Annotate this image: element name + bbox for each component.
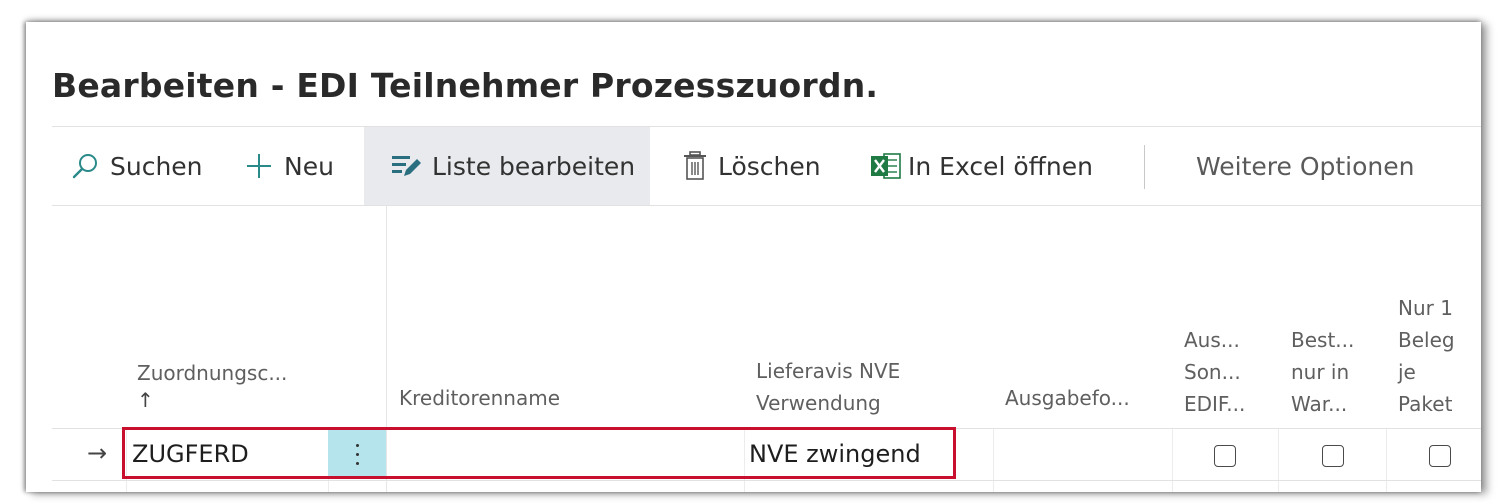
data-grid: Zuordnungsc... ↑ Kreditorenname Lieferav… <box>52 205 1481 492</box>
column-header-kreditorenname[interactable]: Kreditorenname <box>399 382 560 414</box>
delete-label: Löschen <box>718 151 821 181</box>
search-button[interactable]: Suchen <box>70 127 203 205</box>
cell-lieferavis-nve[interactable]: NVE zwingend <box>749 440 921 468</box>
more-options-label: Weitere Optionen <box>1196 151 1415 181</box>
column-divider <box>1172 429 1173 492</box>
column-divider <box>993 429 994 492</box>
column-divider <box>126 429 127 492</box>
edit-list-button[interactable]: Liste bearbeiten <box>364 127 650 205</box>
sort-ascending-icon: ↑ <box>137 388 154 412</box>
new-label: Neu <box>284 151 334 181</box>
column-header-aus-sonder-edifact[interactable]: Aus... Son... EDIF... <box>1184 324 1245 420</box>
excel-label: In Excel öffnen <box>908 151 1093 181</box>
checkbox-nur-1-beleg-je-paket[interactable] <box>1429 445 1451 467</box>
frozen-column-divider <box>386 205 387 492</box>
excel-icon <box>870 151 902 181</box>
column-divider <box>1386 429 1387 492</box>
column-header-ausgabeformat[interactable]: Ausgabefo... <box>1005 382 1130 414</box>
current-row-arrow-icon: → <box>87 439 108 467</box>
column-header-best-nur-in-war[interactable]: Best... nur in War... <box>1291 324 1354 420</box>
cell-zuordnungscode[interactable]: ZUGFERD <box>132 440 249 468</box>
checkbox-aus-sonder-edifact[interactable] <box>1214 445 1236 467</box>
search-icon <box>70 151 100 181</box>
column-header-lieferavis-nve[interactable]: Lieferavis NVE Verwendung <box>756 355 900 419</box>
checkbox-best-nur-in-war[interactable] <box>1322 445 1344 467</box>
edit-list-label: Liste bearbeiten <box>432 151 636 181</box>
new-button[interactable]: Neu <box>244 127 334 205</box>
header-bottom-border <box>52 428 1481 429</box>
column-header-nur-1-beleg-je-paket[interactable]: Nur 1 Beleg je Paket <box>1398 292 1455 420</box>
column-divider <box>1278 429 1279 492</box>
more-vertical-icon <box>355 441 359 468</box>
column-header-zuordnungscode[interactable]: Zuordnungsc... ↑ <box>137 357 287 411</box>
edit-list-icon <box>390 152 422 180</box>
page-window: Bearbeiten - EDI Teilnehmer Prozesszuord… <box>26 22 1481 492</box>
page-title: Bearbeiten - EDI Teilnehmer Prozesszuord… <box>52 66 879 105</box>
delete-button[interactable]: Löschen <box>682 127 821 205</box>
row-border <box>52 480 1481 481</box>
more-options-button[interactable]: Weitere Optionen <box>1196 127 1414 205</box>
column-divider <box>744 429 745 492</box>
search-label: Suchen <box>110 151 203 181</box>
trash-icon <box>682 150 708 182</box>
plus-icon <box>244 151 274 181</box>
row-actions-button[interactable] <box>328 429 386 479</box>
action-bar: Suchen Neu Liste bearbeiten Löschen In E… <box>52 126 1481 206</box>
toolbar-separator <box>1144 145 1145 189</box>
open-in-excel-button[interactable]: In Excel öffnen <box>870 127 1093 205</box>
